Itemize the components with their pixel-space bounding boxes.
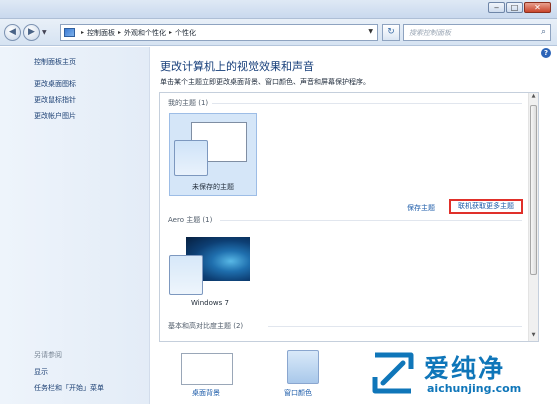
address-dropdown-icon[interactable]: ▼ (368, 28, 373, 35)
sidebar-item-mouse-pointers[interactable]: 更改鼠标指针 (34, 95, 76, 105)
control-panel-icon (64, 28, 75, 37)
get-more-themes-online-link[interactable]: 联机获取更多主题 (449, 199, 523, 214)
themes-list-panel: 我的主题 (1) 未保存的主题 保存主题 联机获取更多主题 Aero 主题 (1… (159, 92, 539, 342)
title-bar: ‒ □ ✕ (0, 0, 557, 19)
watermark-url: aichunjing.com (427, 382, 522, 395)
scroll-up-button[interactable]: ▲ (529, 93, 538, 102)
navigation-bar: ◀ ▶ ▼ ▸ 控制面板 ▸ 外观和个性化 ▸ 个性化 ▼ ↻ 搜索控制面板 ⌕ (0, 19, 557, 46)
scroll-thumb[interactable] (530, 105, 537, 275)
divider (220, 220, 522, 221)
vertical-scrollbar[interactable]: ▲ ▼ (528, 93, 538, 341)
page-title: 更改计算机上的视觉效果和声音 (160, 60, 314, 73)
theme-windows7-label[interactable]: Windows 7 (160, 299, 260, 307)
scroll-down-button[interactable]: ▼ (529, 332, 538, 341)
theme-unsaved-label: 未保存的主题 (192, 183, 234, 191)
group-my-themes: 我的主题 (1) (168, 99, 209, 107)
refresh-button[interactable]: ↻ (382, 24, 400, 41)
window-color-label[interactable]: 窗口颜色 (284, 388, 312, 398)
theme-preview-window (169, 255, 203, 295)
close-button[interactable]: ✕ (524, 2, 551, 13)
window-controls: ‒ □ ✕ (488, 2, 551, 13)
watermark-logo-icon (372, 352, 414, 394)
sidebar-item-desktop-icons[interactable]: 更改桌面图标 (34, 79, 76, 89)
see-also-heading: 另请参阅 (34, 351, 62, 359)
sidebar: 控制面板主页 更改桌面图标 更改鼠标指针 更改帐户图片 另请参阅 显示 任务栏和… (0, 47, 150, 404)
maximize-button[interactable]: □ (506, 2, 523, 13)
window-color-tile[interactable] (287, 350, 319, 384)
sidebar-item-control-panel-home[interactable]: 控制面板主页 (34, 57, 76, 67)
sidebar-item-taskbar-start[interactable]: 任务栏和「开始」菜单 (34, 383, 104, 393)
breadcrumb-appearance[interactable]: 外观和个性化 (124, 28, 166, 38)
divider (212, 103, 522, 104)
watermark-text: 爱纯净 (424, 354, 506, 383)
group-basic-themes: 基本和高对比度主题 (2) (168, 322, 244, 330)
breadcrumb-separator[interactable]: ▸ (169, 29, 172, 36)
forward-button[interactable]: ▶ (23, 24, 40, 41)
sidebar-item-account-picture[interactable]: 更改帐户图片 (34, 111, 76, 121)
search-box[interactable]: 搜索控制面板 ⌕ (403, 24, 551, 41)
help-icon[interactable]: ? (541, 48, 551, 58)
desktop-background-label[interactable]: 桌面背景 (192, 388, 220, 398)
theme-preview-window (174, 140, 208, 176)
minimize-button[interactable]: ‒ (488, 2, 505, 13)
sidebar-item-display[interactable]: 显示 (34, 367, 48, 377)
divider (268, 326, 522, 327)
address-bar[interactable]: ▸ 控制面板 ▸ 外观和个性化 ▸ 个性化 ▼ (60, 24, 378, 41)
group-aero-themes: Aero 主题 (1) (168, 216, 213, 224)
breadcrumb-control-panel[interactable]: 控制面板 (87, 28, 115, 38)
breadcrumb-separator[interactable]: ▸ (118, 29, 121, 36)
search-placeholder: 搜索控制面板 (409, 28, 451, 37)
back-button[interactable]: ◀ (4, 24, 21, 41)
search-icon[interactable]: ⌕ (541, 27, 546, 37)
desktop-background-tile[interactable] (181, 353, 233, 385)
breadcrumb-personalization[interactable]: 个性化 (175, 28, 196, 38)
save-theme-link[interactable]: 保存主题 (407, 203, 435, 213)
recent-pages-dropdown[interactable]: ▼ (42, 29, 47, 36)
breadcrumb-separator[interactable]: ▸ (81, 29, 84, 36)
theme-unsaved[interactable]: 未保存的主题 (169, 113, 257, 196)
page-description: 单击某个主题立即更改桌面背景、窗口颜色、声音和屏幕保护程序。 (160, 78, 370, 86)
